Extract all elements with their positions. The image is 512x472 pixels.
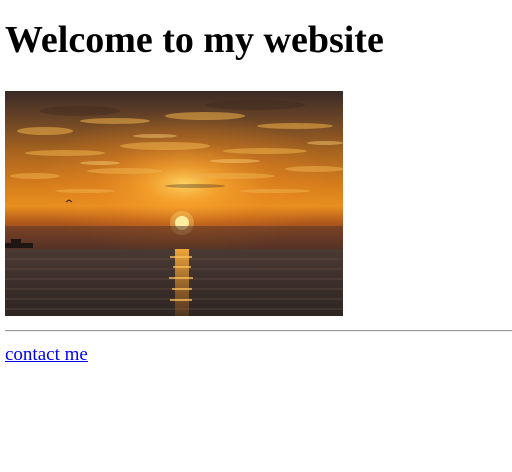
horizontal-divider — [5, 330, 512, 332]
page-title: Welcome to my website — [5, 19, 384, 61]
sunset-photo — [5, 91, 343, 316]
contact-link[interactable]: contact me — [5, 344, 88, 366]
